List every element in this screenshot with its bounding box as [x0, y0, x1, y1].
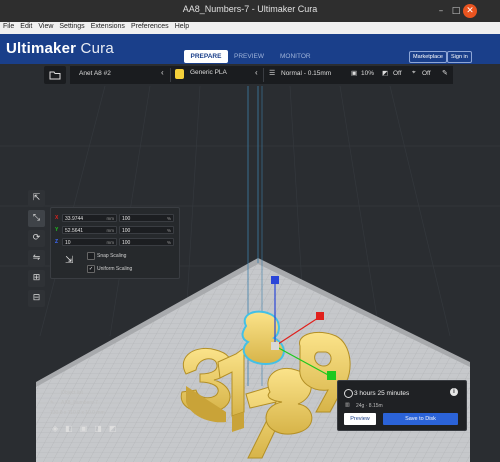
- app-header: Ultimaker Cura PREPARE PREVIEW MONITOR M…: [0, 34, 500, 64]
- minimize-icon[interactable]: –: [434, 4, 448, 18]
- signin-button[interactable]: Sign in: [447, 51, 472, 63]
- edit-settings-icon[interactable]: ✎: [442, 69, 448, 77]
- per-model-settings-icon[interactable]: ⊞: [28, 270, 45, 287]
- scale-panel: X 33.9744 mm 100% Y 52.5641 mm 100% Z 10 mm…: [50, 207, 180, 279]
- scale-x-mm-value: 33.9744: [65, 216, 84, 222]
- mirror-tool-icon[interactable]: ⇋: [28, 250, 45, 267]
- axis-x-label: X: [55, 215, 59, 221]
- unit-percent: %: [166, 240, 171, 245]
- scale-z-mm-input[interactable]: 10 mm: [62, 238, 117, 246]
- object-edit-icon: ✎: [50, 400, 55, 406]
- scale-x-mm-input[interactable]: 33.9744 mm: [62, 214, 117, 222]
- scale-y-percent-value: 100: [122, 228, 131, 234]
- scale-z-percent-value: 100: [122, 240, 131, 246]
- window-titlebar: AA8_Numbers-7 - Ultimaker Cura – □ ✕: [0, 0, 500, 22]
- view-right-icon[interactable]: ◩: [109, 424, 124, 433]
- menu-preferences[interactable]: Preferences: [128, 22, 172, 30]
- scale-z-mm-value: 10: [65, 240, 71, 246]
- material-usage: 24g · 8.15m: [356, 403, 383, 409]
- support-value[interactable]: Off: [393, 70, 402, 77]
- printer-selector[interactable]: Anet A8 #2: [79, 70, 111, 77]
- close-icon[interactable]: ✕: [463, 4, 477, 18]
- object-list-header[interactable]: Object list: [61, 390, 83, 396]
- app-logo: Ultimaker Cura: [6, 40, 114, 57]
- chevron-up-icon[interactable]: ⌃: [36, 390, 40, 396]
- material-usage-icon: ▥: [345, 402, 350, 408]
- scale-y-mm-value: 52.5641: [65, 228, 84, 234]
- unit-mm: mm: [106, 228, 115, 233]
- unit-percent: %: [166, 228, 171, 233]
- logo-bold: Ultimaker: [6, 40, 77, 57]
- lay-flat-icon[interactable]: ⇲: [65, 255, 73, 266]
- menu-help[interactable]: Help: [172, 22, 192, 30]
- open-file-button[interactable]: [44, 66, 66, 84]
- menu-extensions[interactable]: Extensions: [88, 22, 128, 30]
- object-name: AA8_Numbers-7: [61, 400, 98, 406]
- unit-mm: mm: [106, 240, 115, 245]
- view-3d-icon[interactable]: ◈: [52, 424, 65, 433]
- menu-bar: File Edit View Settings Extensions Preference…: [0, 22, 500, 34]
- unit-mm: mm: [106, 216, 115, 221]
- adhesion-value[interactable]: Off: [422, 70, 431, 77]
- menu-settings[interactable]: Settings: [56, 22, 87, 30]
- support-icon: ◩: [382, 70, 389, 77]
- axis-z-handle[interactable]: [271, 276, 279, 284]
- clock-icon: [344, 389, 353, 398]
- scale-y-mm-input[interactable]: 52.5641 mm: [62, 226, 117, 234]
- preview-button[interactable]: Preview: [344, 413, 376, 425]
- gizmo-center-handle[interactable]: [271, 342, 279, 350]
- axis-x-handle[interactable]: [316, 312, 324, 320]
- infill-value[interactable]: 10%: [361, 70, 374, 77]
- scale-y-percent-input[interactable]: 100%: [119, 226, 174, 234]
- printer-chevron-icon[interactable]: ‹: [161, 68, 164, 77]
- info-icon[interactable]: i: [450, 388, 458, 396]
- profile-selector[interactable]: Normal - 0.15mm: [281, 70, 331, 77]
- tab-monitor[interactable]: MONITOR: [280, 50, 311, 63]
- menu-view[interactable]: View: [35, 22, 56, 30]
- marketplace-button[interactable]: Marketplace: [409, 51, 447, 63]
- print-summary-panel: 3 hours 25 minutes i ▥ 24g · 8.15m Previ…: [337, 380, 467, 431]
- maximize-icon[interactable]: □: [449, 4, 463, 18]
- print-setup-toolbar: Anet A8 #2 ‹ Generic PLA ‹ ☰ Normal - 0.…: [70, 66, 453, 84]
- view-front-icon[interactable]: ◧: [65, 424, 80, 433]
- folder-icon: [49, 71, 61, 80]
- rotate-tool-icon[interactable]: ⟳: [28, 230, 45, 247]
- menu-file[interactable]: File: [0, 22, 17, 30]
- menu-edit[interactable]: Edit: [17, 22, 35, 30]
- axis-y-handle[interactable]: [327, 371, 336, 380]
- material-selector[interactable]: Generic PLA: [190, 69, 227, 76]
- uniform-scaling-label: Uniform Scaling: [97, 266, 133, 272]
- scale-x-percent-input[interactable]: 100%: [119, 214, 174, 222]
- axis-z-label: Z: [55, 239, 59, 245]
- scale-z-percent-input[interactable]: 100%: [119, 238, 174, 246]
- snap-scaling-label: Snap Scaling: [97, 253, 127, 259]
- save-to-disk-button[interactable]: Save to Disk: [383, 413, 458, 425]
- support-blocker-icon[interactable]: ⊟: [28, 290, 45, 307]
- tab-preview[interactable]: PREVIEW: [234, 50, 264, 63]
- tab-prepare[interactable]: PREPARE: [184, 50, 228, 63]
- material-chevron-icon[interactable]: ‹: [255, 68, 258, 77]
- infill-icon: ▣: [351, 70, 358, 77]
- scale-x-percent-value: 100: [122, 216, 131, 222]
- object-dimensions: 130.0 x 110.0 x 10.0 mm: [50, 410, 105, 416]
- logo-light: Cura: [80, 40, 114, 57]
- print-time: 3 hours 25 minutes: [354, 390, 410, 397]
- transform-tools: ⇱ ⤡ ⟳ ⇋ ⊞ ⊟: [28, 190, 45, 307]
- adhesion-icon: ⌖: [412, 69, 416, 76]
- toolbar-divider: [263, 68, 264, 82]
- view-left-icon[interactable]: ◨: [94, 424, 109, 433]
- axis-y-label: Y: [55, 227, 59, 233]
- scale-tool-icon[interactable]: ⤡: [28, 210, 45, 227]
- toolbar-divider: [170, 68, 171, 82]
- profile-icon: ☰: [269, 70, 276, 77]
- window-title: AA8_Numbers-7 - Ultimaker Cura: [182, 4, 318, 14]
- object-list-panel: ⌃ Object list ✎ AA8_Numbers-7 130.0 x 11…: [36, 388, 156, 448]
- unit-percent: %: [166, 216, 171, 221]
- material-spool-icon: [175, 69, 184, 79]
- view-top-icon[interactable]: ▣: [80, 424, 95, 433]
- uniform-scaling-checkbox[interactable]: ✓: [87, 265, 95, 273]
- snap-scaling-checkbox[interactable]: [87, 252, 95, 260]
- move-tool-icon[interactable]: ⇱: [28, 190, 45, 207]
